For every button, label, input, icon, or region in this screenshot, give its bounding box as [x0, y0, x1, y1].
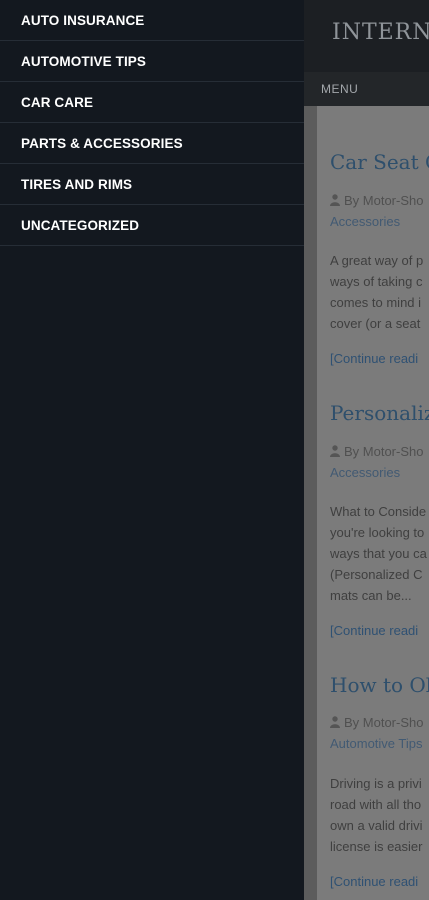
sidebar-item-label: CAR CARE: [21, 94, 94, 110]
post-title[interactable]: How to Ob: [330, 673, 429, 697]
excerpt-line: Driving is a privi: [330, 776, 422, 791]
post-excerpt: What to Conside you're looking to ways t…: [330, 501, 429, 606]
sidebar-item-automotive-tips[interactable]: AUTOMOTIVE TIPS: [0, 41, 304, 82]
excerpt-line: ways of taking c: [330, 274, 423, 289]
post-title[interactable]: Personaliz: [330, 401, 429, 425]
continue-reading-link[interactable]: [Continue readi: [330, 874, 418, 889]
continue-reading-link[interactable]: [Continue readi: [330, 623, 418, 638]
sidebar-item-parts-accessories[interactable]: PARTS & ACCESSORIES: [0, 123, 304, 164]
sidebar-item-label: AUTOMOTIVE TIPS: [21, 53, 147, 69]
excerpt-line: comes to mind i: [330, 295, 422, 310]
continue-reading-link[interactable]: [Continue readi: [330, 351, 418, 366]
page-root: INTERNA MENU Car Seat Co By Motor-Sho Ac…: [0, 0, 429, 900]
excerpt-line: road with all tho: [330, 797, 422, 812]
excerpt-line: mats can be...: [330, 588, 412, 603]
post-excerpt: Driving is a privi road with all tho own…: [330, 773, 429, 857]
excerpt-line: (Personalized C: [330, 567, 423, 582]
user-icon: [330, 716, 340, 728]
site-page: INTERNA MENU Car Seat Co By Motor-Sho Ac…: [304, 0, 429, 900]
post-category[interactable]: Automotive Tips: [330, 736, 423, 751]
menu-toggle[interactable]: MENU: [321, 82, 358, 96]
user-icon: [330, 194, 340, 206]
main-nav: MENU: [304, 72, 429, 106]
post-meta: By Motor-Sho Automotive Tips: [330, 712, 429, 754]
post-title[interactable]: Car Seat Co: [330, 150, 429, 174]
post-meta: By Motor-Sho Accessories: [330, 441, 429, 483]
posts-panel: Car Seat Co By Motor-Sho Accessories A g…: [317, 106, 429, 900]
site-title[interactable]: INTERNA: [332, 20, 429, 45]
post-author[interactable]: By Motor-Sho: [344, 444, 423, 459]
excerpt-line: you're looking to: [330, 525, 425, 540]
excerpt-line: own a valid drivi: [330, 818, 423, 833]
excerpt-line: What to Conside: [330, 504, 427, 519]
post-category[interactable]: Accessories: [330, 465, 400, 480]
excerpt-line: cover (or a seat: [330, 316, 421, 331]
user-icon: [330, 445, 340, 457]
excerpt-line: license is easier: [330, 839, 423, 854]
sidebar-item-auto-insurance[interactable]: AUTO INSURANCE: [0, 0, 304, 41]
post-meta: By Motor-Sho Accessories: [330, 190, 429, 232]
category-drawer: AUTO INSURANCE AUTOMOTIVE TIPS CAR CARE …: [0, 0, 304, 900]
post-author[interactable]: By Motor-Sho: [344, 193, 423, 208]
sidebar-item-label: AUTO INSURANCE: [21, 12, 145, 28]
excerpt-line: ways that you ca: [330, 546, 427, 561]
sidebar-item-tires-and-rims[interactable]: TIRES AND RIMS: [0, 164, 304, 205]
sidebar-item-label: PARTS & ACCESSORIES: [21, 135, 183, 151]
site-header: INTERNA: [304, 0, 429, 72]
excerpt-line: A great way of p: [330, 253, 424, 268]
sidebar-item-label: UNCATEGORIZED: [21, 217, 140, 233]
post-category[interactable]: Accessories: [330, 214, 400, 229]
post-author[interactable]: By Motor-Sho: [344, 715, 423, 730]
sidebar-item-car-care[interactable]: CAR CARE: [0, 82, 304, 123]
sidebar-item-uncategorized[interactable]: UNCATEGORIZED: [0, 205, 304, 246]
post-excerpt: A great way of p ways of taking c comes …: [330, 250, 429, 334]
sidebar-item-label: TIRES AND RIMS: [21, 176, 133, 192]
main-content: Car Seat Co By Motor-Sho Accessories A g…: [304, 106, 429, 900]
